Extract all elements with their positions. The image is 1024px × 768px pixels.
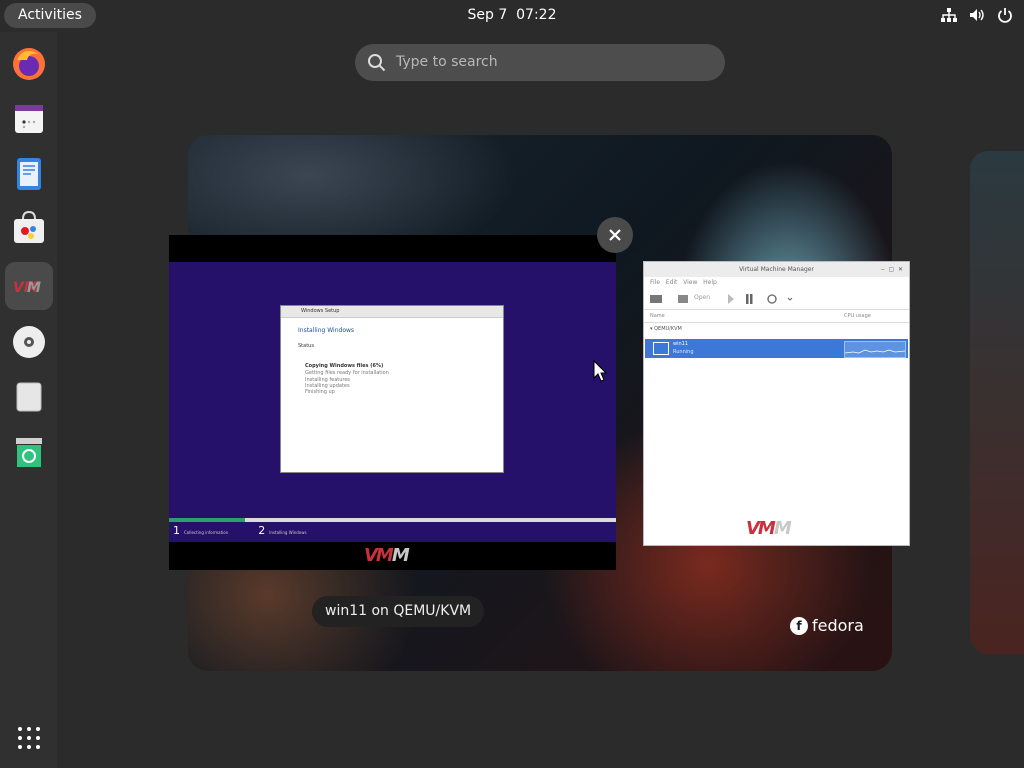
setup-line: Getting files ready for installation (305, 370, 389, 376)
search-entry[interactable]: Type to search (355, 44, 725, 81)
col-cpu[interactable]: CPU usage (844, 310, 871, 322)
trash-icon[interactable] (5, 428, 53, 476)
vmm-icon[interactable]: VM M (5, 262, 53, 310)
clock[interactable]: Sep 7 07:22 (0, 0, 1024, 31)
setup-status: Status (298, 343, 314, 349)
vmm-toolbar: Open (644, 289, 909, 310)
vmm-logo: VMM (364, 545, 410, 566)
setup-heading: Installing Windows (298, 327, 355, 334)
workspace-next[interactable] (970, 151, 1024, 654)
menu-help[interactable]: Help (703, 279, 717, 286)
vm-state: Running (673, 349, 694, 355)
cpu-usage-graph (844, 341, 906, 358)
vmm-columns: Name CPU usage (644, 310, 909, 323)
text-editor-icon[interactable] (5, 150, 53, 198)
guest-screen: Windows Setup Installing Windows Status … (169, 262, 616, 542)
setup-steps: 1 Collecting information 2 Installing Wind… (173, 524, 307, 537)
svg-text:M: M (27, 280, 41, 296)
search-icon (368, 54, 386, 72)
firefox-icon[interactable] (5, 40, 53, 88)
top-bar: Activities Sep 7 07:22 (0, 0, 1024, 32)
close-window-button[interactable] (597, 217, 633, 253)
vmm-logo: VMM (746, 518, 792, 539)
vm-name: win11 (673, 341, 689, 347)
calendar-icon[interactable] (5, 95, 53, 143)
disc-icon[interactable] (5, 318, 53, 366)
open-button[interactable]: Open (694, 294, 710, 301)
fedora-icon: f (790, 616, 808, 635)
storage-icon[interactable] (5, 373, 53, 421)
date-label: Sep 7 (467, 7, 508, 23)
vmm-menubar: File Edit View Help (644, 277, 909, 289)
vm-row-selected[interactable]: win11 Running (645, 339, 908, 358)
mouse-pointer-icon (593, 360, 607, 382)
system-tray[interactable] (940, 6, 1014, 24)
menu-file[interactable]: File (650, 279, 660, 286)
vmm-title: Virtual Machine Manager (739, 266, 814, 273)
menu-view[interactable]: View (683, 279, 697, 286)
window-caption: win11 on QEMU/KVM (312, 596, 485, 627)
setup-line: Finishing up (305, 389, 335, 395)
window-preview-vm-console[interactable]: Windows Setup Installing Windows Status … (169, 235, 616, 570)
close-icon (609, 229, 621, 241)
network-icon[interactable] (940, 6, 958, 24)
windows-setup-dialog: Windows Setup Installing Windows Status … (280, 305, 504, 473)
menu-edit[interactable]: Edit (666, 279, 678, 286)
connection-group[interactable]: ▾ QEMU/KVM (644, 323, 909, 335)
search-placeholder: Type to search (396, 54, 498, 70)
window-controls: ‒ ▢ ✕ (880, 266, 903, 273)
software-icon[interactable] (5, 205, 53, 253)
install-progress-fill (169, 518, 245, 522)
fedora-logo: f fedora (790, 616, 864, 635)
volume-icon[interactable] (968, 6, 986, 24)
fedora-text: fedora (812, 616, 864, 635)
app-grid-icon[interactable] (17, 726, 41, 750)
vm-monitor-icon (653, 342, 669, 355)
setup-step: 2 Installing Windows (258, 524, 307, 537)
setup-title: Windows Setup (301, 308, 340, 314)
dash: VM M (0, 32, 57, 768)
time-label: 07:22 (516, 7, 557, 23)
setup-line: Copying Windows files (6%) (305, 363, 384, 369)
vmm-titlebar: Virtual Machine Manager ‒ ▢ ✕ (644, 262, 909, 277)
setup-step: 1 Collecting information (173, 524, 229, 537)
window-preview-vmm[interactable]: Virtual Machine Manager ‒ ▢ ✕ File Edit … (643, 261, 910, 546)
power-icon[interactable] (996, 6, 1014, 24)
col-name[interactable]: Name (650, 313, 665, 319)
install-progress-bar (169, 518, 616, 522)
